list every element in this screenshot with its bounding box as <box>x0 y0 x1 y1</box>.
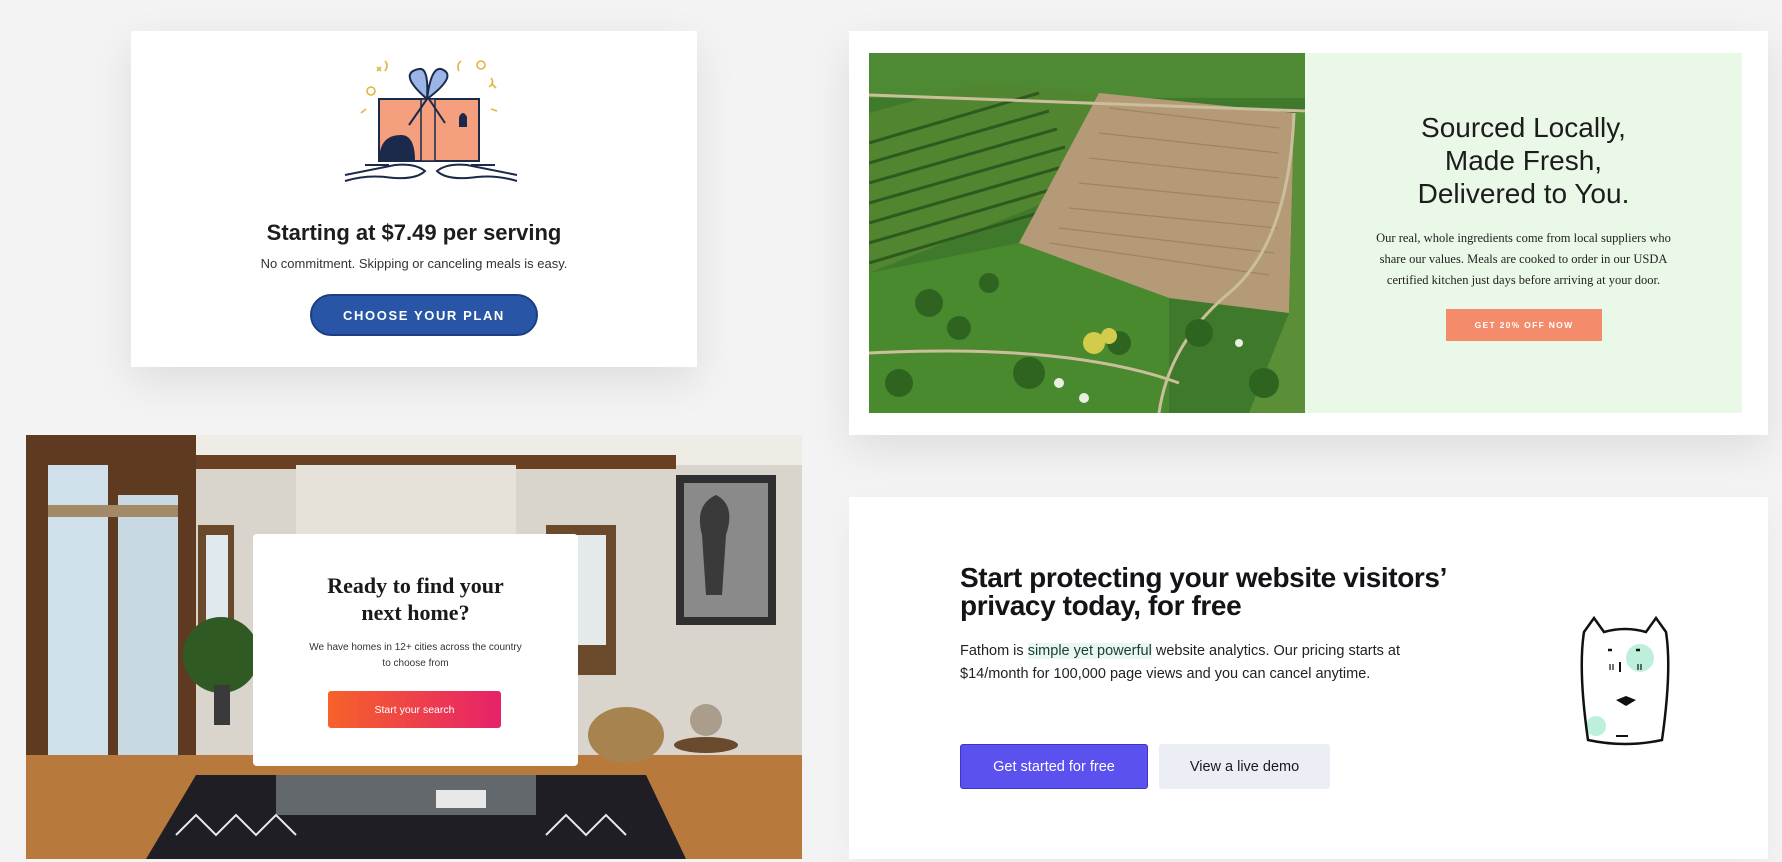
farm-aerial-photo <box>869 53 1305 413</box>
gift-illustration-icon <box>344 60 518 182</box>
start-search-button[interactable]: Start your search <box>328 691 501 728</box>
description-text: Fathom is <box>960 643 1024 659</box>
pricing-title: Starting at $7.49 per serving <box>266 220 562 245</box>
fathom-description: Fathom is simple yet powerful website an… <box>960 640 1440 686</box>
description-text: website analytics. Our pricing starts at… <box>960 643 1401 682</box>
search-modal: Ready to find your next home? We have ho… <box>253 534 578 766</box>
cat-mascot-icon <box>1580 615 1670 746</box>
pricing-subtitle: No commitment. Skipping or canceling mea… <box>260 256 568 271</box>
get-discount-button[interactable]: GET 20% OFF NOW <box>1446 309 1602 341</box>
fathom-card: Start protecting your website visitors’ … <box>849 497 1768 859</box>
sourced-locally-panel: Sourced Locally, Made Fresh, Delivered t… <box>1305 53 1742 413</box>
choose-plan-button[interactable]: CHOOSE YOUR PLAN <box>310 294 538 336</box>
modal-title-line: Ready to find your <box>327 573 504 598</box>
heading-line: Sourced Locally, <box>1421 112 1626 143</box>
modal-title-line: next home? <box>361 600 470 625</box>
fathom-heading: Start protecting your website visitors’ … <box>960 562 1446 621</box>
description-highlight: simple yet powerful <box>1027 643 1152 659</box>
find-home-card: Ready to find your next home? We have ho… <box>26 435 802 859</box>
sourced-locally-body: Our real, whole ingredients come from lo… <box>1376 231 1671 287</box>
sourced-locally-card: Sourced Locally, Made Fresh, Delivered t… <box>849 31 1768 435</box>
live-demo-button[interactable]: View a live demo <box>1159 744 1330 789</box>
modal-title: Ready to find your next home? <box>253 572 578 626</box>
heading-line: Delivered to You. <box>1417 178 1630 209</box>
get-started-button[interactable]: Get started for free <box>960 744 1148 789</box>
heading-line: Made Fresh, <box>1444 145 1603 176</box>
modal-description: We have homes in 12+ cities across the c… <box>309 642 522 669</box>
meal-plan-card: Starting at $7.49 per serving No commitm… <box>131 31 697 367</box>
sourced-locally-heading: Sourced Locally, Made Fresh, Delivered t… <box>1305 111 1742 210</box>
